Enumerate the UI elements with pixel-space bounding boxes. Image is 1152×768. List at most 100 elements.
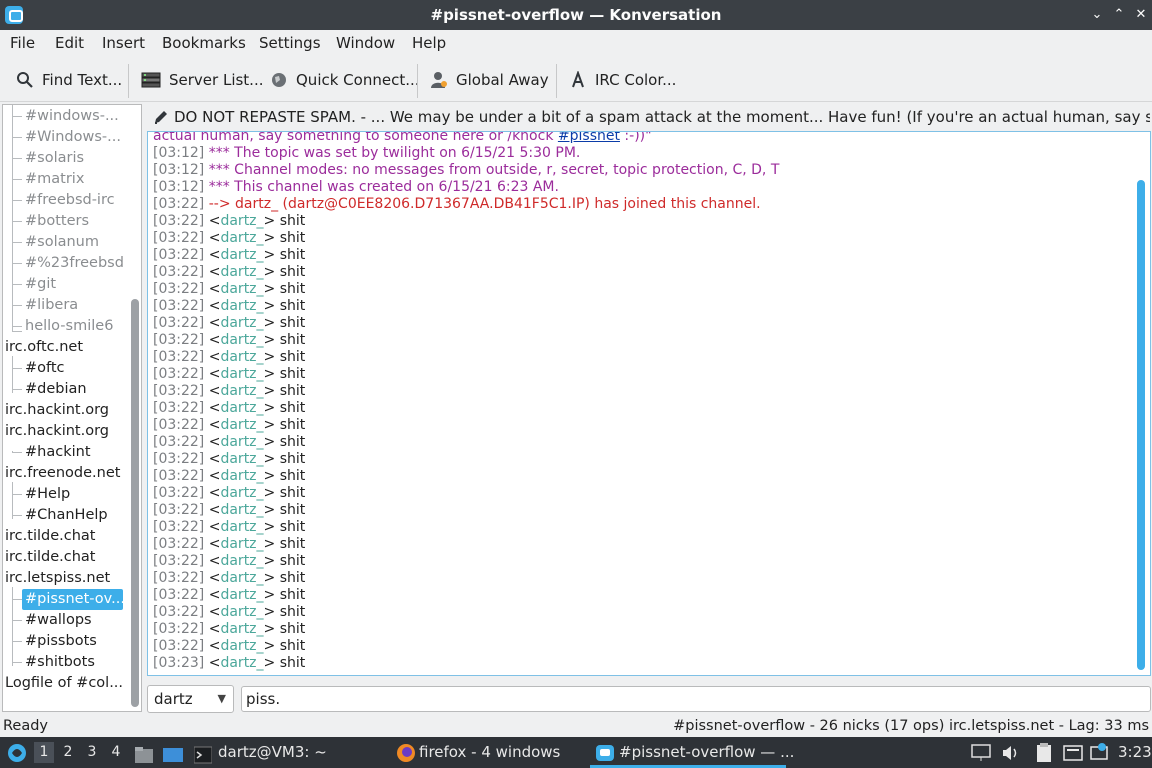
global-away-button[interactable]: Global Away bbox=[430, 68, 549, 92]
server-item[interactable]: irc.hackint.org bbox=[5, 421, 129, 442]
chat-message: [03:22] <dartz_> shit bbox=[153, 604, 306, 620]
notification-icon[interactable] bbox=[1062, 742, 1084, 764]
file-manager-icon[interactable] bbox=[134, 744, 154, 763]
irc-color-button[interactable]: IRC Color... bbox=[569, 68, 676, 92]
nick-link[interactable]: dartz_ bbox=[220, 383, 263, 399]
nick-link[interactable]: dartz_ bbox=[220, 247, 263, 263]
channel-item[interactable]: #windows-... bbox=[25, 106, 129, 127]
channel-item[interactable]: #debian bbox=[25, 379, 129, 400]
nick-link[interactable]: dartz_ bbox=[220, 315, 263, 331]
server-item[interactable]: irc.tilde.chat bbox=[5, 526, 129, 547]
application-menu-icon[interactable] bbox=[6, 741, 28, 764]
channel-item[interactable]: #hackint bbox=[25, 442, 129, 463]
menu-file[interactable]: File bbox=[10, 34, 35, 52]
channel-tree[interactable]: #windows-... #Windows-... #solaris #matrix #… bbox=[2, 104, 142, 712]
channel-item[interactable]: #solaris bbox=[25, 148, 129, 169]
find-text-button[interactable]: Find Text... bbox=[16, 68, 122, 92]
channel-item[interactable]: #libera bbox=[25, 295, 129, 316]
show-desktop-icon[interactable] bbox=[162, 744, 184, 762]
nick-link[interactable]: dartz_ bbox=[220, 451, 263, 467]
tree-branch-line bbox=[12, 331, 22, 332]
server-item[interactable]: Logfile of #col... bbox=[5, 673, 129, 694]
channel-item[interactable]: #botters bbox=[25, 211, 129, 232]
message-input[interactable]: piss. bbox=[241, 686, 1151, 712]
desktop-2-button[interactable]: 2 bbox=[58, 742, 78, 763]
nick-link[interactable]: dartz_ bbox=[220, 604, 263, 620]
channel-item[interactable]: #wallops bbox=[25, 610, 129, 631]
channel-item[interactable]: #freebsd-irc bbox=[25, 190, 129, 211]
nick-link[interactable]: dartz_ bbox=[220, 655, 263, 671]
clock[interactable]: 3:23 bbox=[1118, 737, 1152, 768]
nick-link[interactable]: dartz_ bbox=[220, 587, 263, 603]
globe-icon bbox=[270, 71, 288, 89]
menu-insert[interactable]: Insert bbox=[102, 34, 145, 52]
server-item[interactable]: irc.hackint.org bbox=[5, 400, 129, 421]
menu-edit[interactable]: Edit bbox=[55, 34, 84, 52]
channel-item[interactable]: #matrix bbox=[25, 169, 129, 190]
nick-link[interactable]: dartz_ bbox=[220, 349, 263, 365]
tree-scrollbar[interactable] bbox=[131, 299, 139, 707]
info-icon[interactable] bbox=[1090, 741, 1110, 763]
menu-settings[interactable]: Settings bbox=[259, 34, 321, 52]
channel-item[interactable]: #git bbox=[25, 274, 129, 295]
channel-item[interactable]: #Windows-... bbox=[25, 127, 129, 148]
nick-link[interactable]: dartz_ bbox=[220, 502, 263, 518]
channel-item[interactable]: #shitbots bbox=[25, 652, 129, 673]
nick-link[interactable]: dartz_ bbox=[220, 519, 263, 535]
channel-link[interactable]: #pissnet bbox=[558, 132, 620, 144]
maximize-button[interactable]: ⌃ bbox=[1110, 6, 1128, 24]
network-icon[interactable] bbox=[970, 742, 992, 764]
channel-item[interactable]: #solanum bbox=[25, 232, 129, 253]
volume-icon[interactable] bbox=[1000, 743, 1020, 763]
nick-link[interactable]: dartz_ bbox=[220, 536, 263, 552]
nick-link[interactable]: dartz_ bbox=[220, 264, 263, 280]
nick-link[interactable]: dartz_ bbox=[220, 332, 263, 348]
menu-help[interactable]: Help bbox=[412, 34, 446, 52]
pencil-icon[interactable] bbox=[152, 108, 170, 126]
nick-link[interactable]: dartz_ bbox=[220, 485, 263, 501]
chat-scrollbar[interactable] bbox=[1137, 180, 1145, 670]
task-firefox[interactable]: firefox - 4 windows bbox=[419, 737, 560, 768]
menu-bookmarks[interactable]: Bookmarks bbox=[162, 34, 246, 52]
chat-view[interactable]: actual human, say something to someone h… bbox=[147, 131, 1151, 676]
timestamp: [03:22] bbox=[153, 553, 205, 569]
channel-item-selected[interactable]: #pissnet-ov... bbox=[22, 589, 123, 610]
desktop-3-button[interactable]: 3 bbox=[82, 742, 102, 763]
minimize-button[interactable]: ⌄ bbox=[1088, 6, 1106, 24]
channel-item[interactable]: hello-smile6 bbox=[25, 316, 129, 337]
server-item[interactable]: irc.freenode.net bbox=[5, 463, 129, 484]
nick-link[interactable]: dartz_ bbox=[220, 553, 263, 569]
channel-item[interactable]: #pissbots bbox=[25, 631, 129, 652]
quick-connect-button[interactable]: Quick Connect... bbox=[270, 68, 420, 92]
nick-link[interactable]: dartz_ bbox=[220, 281, 263, 297]
server-item[interactable]: irc.tilde.chat bbox=[5, 547, 129, 568]
channel-item[interactable]: #ChanHelp bbox=[25, 505, 129, 526]
nick-link[interactable]: dartz_ bbox=[220, 638, 263, 654]
tree-branch-line bbox=[12, 221, 22, 222]
server-item[interactable]: irc.letspiss.net bbox=[5, 568, 129, 589]
window-title: #pissnet-overflow — Konversation bbox=[430, 6, 722, 24]
task-konversation[interactable]: #pissnet-overflow — ... bbox=[619, 737, 794, 768]
nick-link[interactable]: dartz_ bbox=[220, 230, 263, 246]
nick-link[interactable]: dartz_ bbox=[220, 213, 263, 229]
desktop-4-button[interactable]: 4 bbox=[106, 742, 126, 763]
channel-item[interactable]: #%23freebsd bbox=[25, 253, 129, 274]
nick-link[interactable]: dartz_ bbox=[220, 468, 263, 484]
nick-link[interactable]: dartz_ bbox=[220, 570, 263, 586]
nick-link[interactable]: dartz_ bbox=[220, 621, 263, 637]
menu-window[interactable]: Window bbox=[336, 34, 395, 52]
clipboard-icon[interactable] bbox=[1034, 742, 1054, 764]
task-terminal[interactable]: dartz@VM3: ~ bbox=[218, 737, 327, 768]
nick-link[interactable]: dartz_ bbox=[220, 434, 263, 450]
nick-selector[interactable]: dartz ▼ bbox=[147, 685, 234, 713]
desktop-1-button[interactable]: 1 bbox=[34, 742, 54, 763]
close-button[interactable]: ✕ bbox=[1132, 6, 1150, 24]
nick-link[interactable]: dartz_ bbox=[220, 366, 263, 382]
nick-link[interactable]: dartz_ bbox=[220, 400, 263, 416]
channel-item[interactable]: #Help bbox=[25, 484, 129, 505]
channel-item[interactable]: #oftc bbox=[25, 358, 129, 379]
nick-link[interactable]: dartz_ bbox=[220, 417, 263, 433]
nick-link[interactable]: dartz_ bbox=[220, 298, 263, 314]
server-list-button[interactable]: Server List... bbox=[141, 68, 263, 92]
server-item[interactable]: irc.oftc.net bbox=[5, 337, 129, 358]
